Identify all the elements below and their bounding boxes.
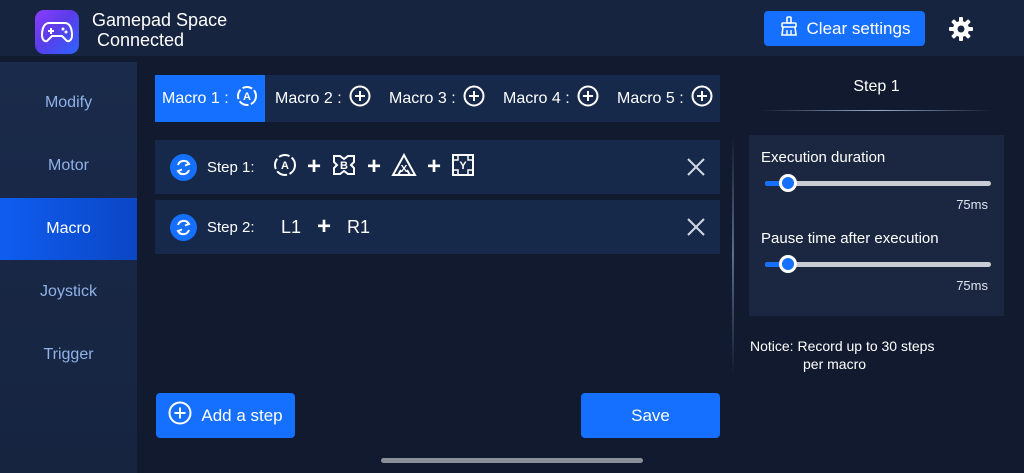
add-circle-icon [349, 85, 371, 112]
svg-text:X: X [401, 164, 408, 175]
sidebar-item-label: Macro [46, 220, 91, 237]
connection-status: Connected [97, 30, 185, 50]
tab-macro-1[interactable]: Macro 1 : A [155, 75, 265, 122]
app-name: Gamepad Space [92, 10, 228, 30]
step-button-sequence: A + B + X + Y [273, 152, 475, 182]
svg-text:A: A [281, 160, 289, 172]
notice-line-1: Record up to 30 steps [797, 338, 935, 354]
clear-settings-label: Clear settings [806, 18, 911, 38]
add-step-label: Add a step [201, 405, 283, 425]
pause-time-label: Pause time after execution [761, 230, 939, 247]
y-button-icon: Y [451, 153, 475, 182]
step-detail-title: Step 1 [853, 78, 900, 95]
sidebar-item-macro[interactable]: Macro [0, 198, 137, 260]
gear-icon[interactable] [946, 14, 976, 44]
r1-button-label: R1 [347, 216, 371, 237]
x-button-icon: X [391, 152, 417, 182]
tab-label: Macro 5 : [617, 89, 684, 107]
top-bar: Gamepad Space Connected Clear settings [0, 0, 1024, 56]
step-row: Step 2: L1 + R1 [155, 200, 720, 254]
plus-separator: + [307, 153, 322, 180]
tab-macro-2[interactable]: Macro 2 : [275, 75, 371, 122]
tab-label: Macro 4 : [503, 89, 570, 107]
save-button[interactable]: Save [581, 393, 720, 438]
sidebar-item-modify[interactable]: Modify [0, 72, 137, 134]
tab-label: Macro 1 : [162, 89, 229, 107]
tab-label: Macro 3 : [389, 89, 456, 107]
execution-duration-label: Execution duration [761, 149, 886, 166]
add-circle-icon [463, 85, 485, 112]
a-button-icon: A [236, 85, 258, 112]
l1-button-label: L1 [281, 216, 302, 237]
execution-duration-value: 75ms [956, 197, 988, 212]
tab-macro-4[interactable]: Macro 4 : [503, 75, 599, 122]
step-label: Step 2: [207, 218, 255, 236]
step-button-sequence: L1 + R1 [281, 215, 370, 239]
step-row: Step 1: A + B + X + Y [155, 140, 720, 194]
add-circle-icon [168, 401, 192, 430]
close-icon[interactable] [686, 217, 706, 237]
swap-icon[interactable] [170, 153, 197, 181]
app-title-block: Gamepad Space Connected [92, 10, 227, 50]
notice-prefix: Notice: [750, 338, 794, 354]
sidebar-item-label: Motor [48, 157, 89, 174]
sidebar-item-label: Modify [44, 94, 93, 111]
b-button-icon: B [331, 153, 357, 182]
plus-separator: + [427, 153, 442, 180]
sidebar-item-joystick[interactable]: Joystick [0, 261, 137, 323]
swap-icon[interactable] [170, 213, 197, 241]
tab-label: Macro 2 : [275, 89, 342, 107]
sidebar-item-label: Joystick [40, 283, 97, 300]
add-circle-icon [691, 85, 713, 112]
panel-divider [732, 135, 734, 375]
close-icon[interactable] [686, 157, 706, 177]
execution-duration-slider[interactable] [765, 174, 991, 192]
macro-tab-bar: Macro 1 : A Macro 2 : Macro 3 : Macro 4 … [155, 75, 720, 122]
pause-time-value: 75ms [956, 278, 988, 293]
save-label: Save [631, 405, 670, 425]
svg-text:Y: Y [459, 160, 467, 172]
step-settings-panel: Execution duration 75ms Pause time after… [749, 135, 1004, 316]
plus-separator: + [367, 153, 382, 180]
svg-text:A: A [243, 91, 251, 103]
notice-text: Notice: Record up to 30 steps per macro [750, 337, 1000, 373]
slider-thumb[interactable] [778, 174, 797, 192]
title-underline [760, 110, 993, 111]
sidebar-item-trigger[interactable]: Trigger [0, 324, 137, 386]
notice-line-2: per macro [803, 356, 867, 372]
step-label: Step 1: [207, 158, 255, 176]
add-circle-icon [577, 85, 599, 112]
home-indicator[interactable] [381, 458, 643, 463]
sidebar-item-motor[interactable]: Motor [0, 135, 137, 197]
add-step-button[interactable]: Add a step [156, 393, 295, 438]
sidebar-item-label: Trigger [43, 346, 94, 363]
plus-separator: + [317, 213, 332, 240]
tab-macro-3[interactable]: Macro 3 : [389, 75, 485, 122]
pause-time-slider[interactable] [765, 255, 991, 273]
clear-settings-button[interactable]: Clear settings [764, 11, 925, 46]
tab-macro-5[interactable]: Macro 5 : [617, 75, 713, 122]
slider-thumb[interactable] [778, 255, 797, 273]
svg-text:B: B [340, 160, 348, 172]
gamepad-icon [35, 10, 79, 54]
sidebar: Modify Motor Macro Joystick Trigger [0, 62, 137, 473]
broom-icon [779, 16, 799, 41]
a-button-icon: A [273, 153, 297, 182]
